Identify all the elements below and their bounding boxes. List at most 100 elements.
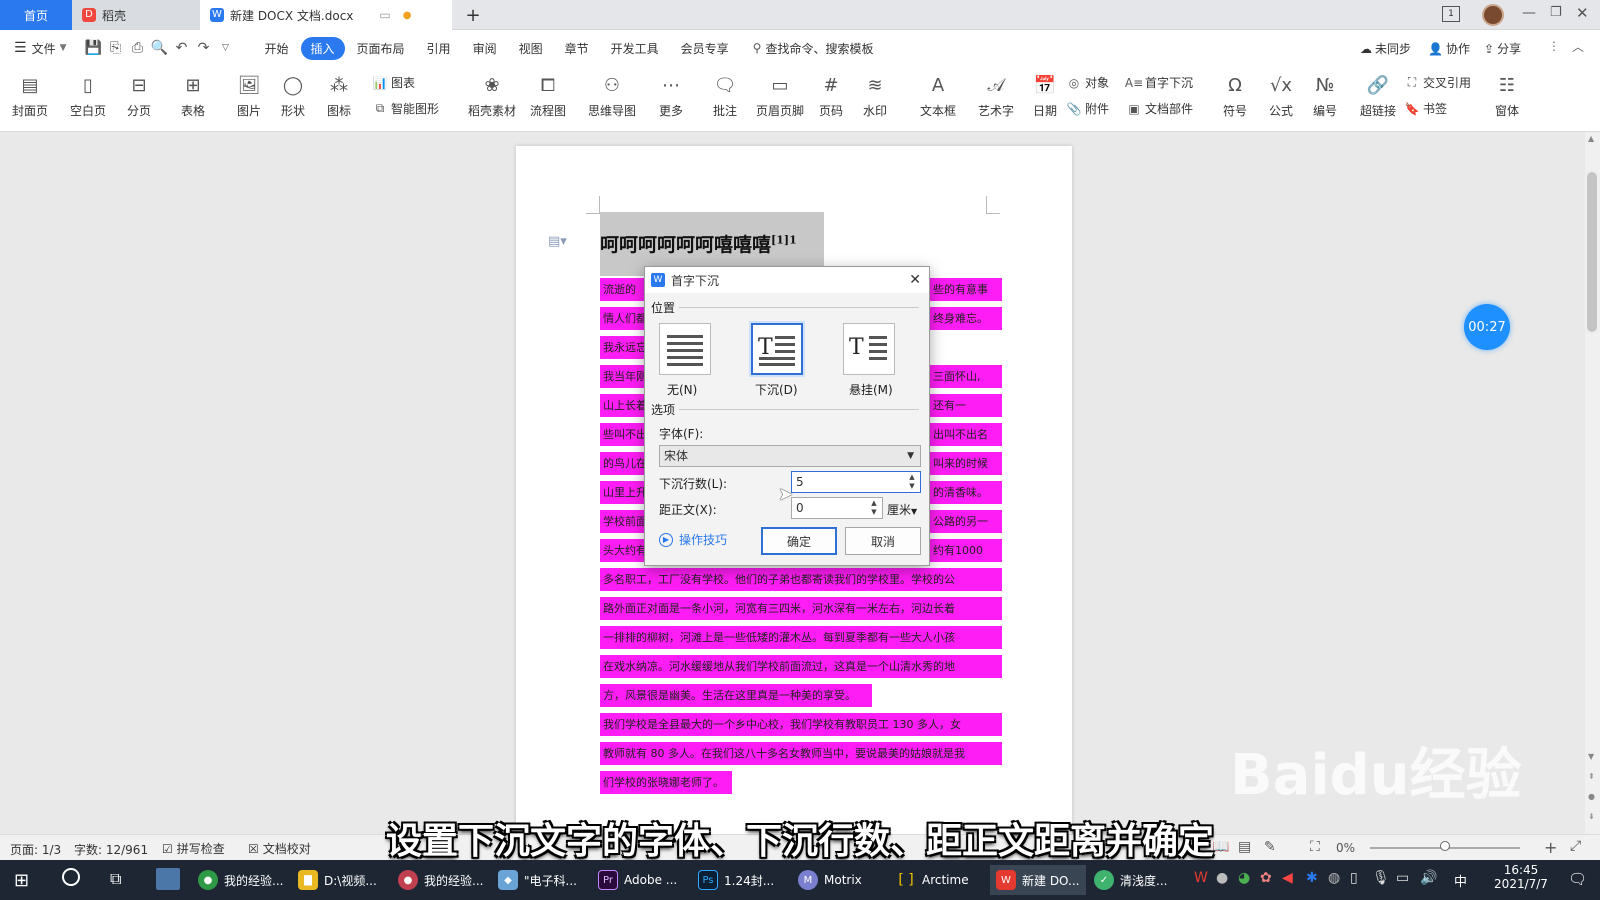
watermark-button[interactable]: ≋ 水印 bbox=[862, 72, 888, 119]
layout-switch-icon[interactable]: 1 bbox=[1442, 6, 1460, 22]
task-view-icon[interactable]: ⧉ bbox=[110, 869, 121, 889]
cancel-button[interactable]: 取消 bbox=[845, 527, 921, 555]
print-preview-icon[interactable]: 🔍 bbox=[149, 37, 171, 59]
restore-icon[interactable]: ❐ bbox=[1550, 5, 1562, 20]
tray-app-icon[interactable]: ● bbox=[1216, 870, 1228, 886]
dropcap-margin-option[interactable]: T bbox=[843, 323, 895, 375]
menu-member[interactable]: 会员专享 bbox=[671, 37, 739, 60]
tray-app-icon[interactable]: ✿ bbox=[1260, 870, 1272, 886]
blank-page-button[interactable]: ▯ 空白页 bbox=[70, 72, 106, 119]
network-icon[interactable]: ▭ bbox=[1396, 870, 1409, 886]
taskbar-item[interactable]: [ ] Arctime bbox=[896, 865, 988, 895]
customize-icon[interactable]: ▽ bbox=[215, 37, 237, 59]
system-clock[interactable]: 16:45 2021/7/7 bbox=[1486, 863, 1556, 891]
windows-start-icon[interactable]: ⊞ bbox=[14, 870, 29, 891]
microphone-icon[interactable]: 🎙 bbox=[1372, 870, 1390, 886]
taskbar-item[interactable]: ● 我的经验... bbox=[198, 865, 290, 895]
taskbar-item[interactable]: ● 我的经验... bbox=[398, 865, 490, 895]
more-vertical-icon[interactable]: ⋮ bbox=[1548, 39, 1560, 53]
font-select[interactable]: 宋体 ▼ bbox=[659, 445, 921, 467]
menu-page-layout[interactable]: 页面布局 bbox=[347, 37, 415, 60]
dropcap-none-option[interactable] bbox=[659, 323, 711, 375]
taskbar-item[interactable]: ◆ "电子科... bbox=[498, 865, 590, 895]
dropcap-drop-option[interactable]: T bbox=[751, 323, 803, 375]
tray-app-icon[interactable]: ◀ bbox=[1282, 870, 1293, 886]
tab-document[interactable]: W 新建 DOCX 文档.docx ▭ ● bbox=[200, 0, 452, 30]
tray-app-icon[interactable]: ◕ bbox=[1238, 870, 1250, 886]
header-footer-button[interactable]: ▭ 页眉页脚 bbox=[756, 72, 804, 119]
vertical-scrollbar[interactable]: ▲ ▼ ⇞ ● ⇟ bbox=[1585, 132, 1600, 834]
notification-icon[interactable]: 🗨 bbox=[1568, 870, 1587, 888]
collapse-ribbon-icon[interactable]: ︿ bbox=[1572, 38, 1584, 55]
dialog-titlebar[interactable]: W 首字下沉 ✕ bbox=[645, 267, 929, 293]
date-button[interactable]: 📅 日期 bbox=[1032, 72, 1058, 119]
flowchart-button[interactable]: ⧠ 流程图 bbox=[530, 72, 566, 119]
page-break-button[interactable]: ⊟ 分页 bbox=[126, 72, 152, 119]
textbox-button[interactable]: A 文本框 bbox=[920, 72, 956, 119]
taskbar-item-active[interactable]: W 新建 DO... bbox=[990, 865, 1086, 895]
wordart-button[interactable]: 𝒜 艺术字 bbox=[978, 72, 1014, 119]
docparts-button[interactable]: ▣ 文档部件 bbox=[1126, 100, 1193, 117]
attachment-button[interactable]: 📎 附件 bbox=[1066, 100, 1110, 117]
save-icon[interactable]: 💾 bbox=[83, 37, 105, 59]
taskbar-item[interactable]: ▇ D:\视频... bbox=[298, 865, 390, 895]
lines-stepper-icon[interactable]: ▲ ▼ bbox=[906, 473, 918, 491]
taskbar-item[interactable]: Ps 1.24封... bbox=[698, 865, 790, 895]
docer-material-button[interactable]: ❀ 稻壳素材 bbox=[468, 72, 516, 119]
volume-icon[interactable]: 🔊 bbox=[1420, 870, 1437, 886]
tab-home[interactable]: 首页 bbox=[0, 0, 72, 30]
taskbar-item[interactable]: M Motrix bbox=[798, 865, 890, 895]
menu-reference[interactable]: 引用 bbox=[417, 37, 461, 60]
command-search[interactable]: ⚲ 查找命令、搜索模板 bbox=[753, 40, 874, 57]
print-icon[interactable]: ⎙ bbox=[127, 37, 149, 59]
menu-chapter[interactable]: 章节 bbox=[555, 37, 599, 60]
cover-page-button[interactable]: ▤ 封面页 bbox=[12, 72, 48, 119]
share-button[interactable]: ⇪ 分享 bbox=[1484, 40, 1521, 57]
menu-review[interactable]: 审阅 bbox=[463, 37, 507, 60]
page-number-button[interactable]: # 页码 bbox=[818, 72, 844, 119]
table-button[interactable]: ⊞ 表格 bbox=[180, 72, 206, 119]
bluetooth-icon[interactable]: ✱ bbox=[1306, 870, 1318, 886]
wps-tray-icon[interactable]: W bbox=[1194, 870, 1208, 886]
avatar[interactable] bbox=[1482, 4, 1504, 26]
chart-button[interactable]: 📊 图表 bbox=[372, 74, 416, 91]
mindmap-button[interactable]: ⚇ 思维导图 bbox=[588, 72, 636, 119]
paragraph-menu-icon[interactable]: ▤▾ bbox=[548, 234, 567, 249]
symbol-button[interactable]: Ω 符号 bbox=[1222, 72, 1248, 119]
menu-insert[interactable]: 插入 bbox=[300, 36, 345, 60]
search-circle-icon[interactable] bbox=[62, 868, 80, 886]
shape-button[interactable]: ◯ 形状 bbox=[280, 72, 306, 119]
window-form-button[interactable]: ☷ 窗体 bbox=[1494, 72, 1520, 119]
close-icon[interactable]: ✕ bbox=[1576, 4, 1589, 22]
more-button[interactable]: ⋯ 更多 bbox=[658, 72, 684, 119]
scroll-down-icon[interactable]: ▼ bbox=[1588, 752, 1594, 761]
scroll-up-icon[interactable]: ▲ bbox=[1588, 134, 1594, 143]
sync-button[interactable]: ☁ 未同步 bbox=[1360, 40, 1411, 57]
distance-stepper-icon[interactable]: ▲ ▼ bbox=[868, 499, 880, 517]
distance-input[interactable]: 0 ▲ ▼ bbox=[791, 497, 883, 519]
lines-input[interactable]: 5 ▲ ▼ bbox=[791, 471, 921, 493]
minimize-icon[interactable]: — bbox=[1522, 5, 1536, 21]
crossref-button[interactable]: ⛶ 交叉引用 bbox=[1404, 74, 1471, 91]
prev-page-icon[interactable]: ⇞ bbox=[1588, 772, 1595, 781]
tips-link[interactable]: ▶ 操作技巧 bbox=[659, 531, 727, 548]
menu-view[interactable]: 视图 bbox=[509, 37, 553, 60]
undo-icon[interactable]: ↶ bbox=[171, 37, 193, 59]
photo-app-icon[interactable] bbox=[156, 868, 180, 890]
ok-button[interactable]: 确定 bbox=[761, 527, 837, 555]
tray-app-icon[interactable]: ◍ bbox=[1328, 870, 1340, 886]
browse-object-icon[interactable]: ● bbox=[1588, 792, 1595, 801]
formula-button[interactable]: √x 公式 bbox=[1268, 72, 1294, 119]
numbering-button[interactable]: № 编号 bbox=[1312, 72, 1338, 119]
dialog-close-icon[interactable]: ✕ bbox=[909, 272, 921, 288]
bookmark-button[interactable]: 🔖 书签 bbox=[1404, 100, 1448, 117]
usb-icon[interactable]: ▯ bbox=[1350, 870, 1358, 886]
menu-developer[interactable]: 开发工具 bbox=[601, 37, 669, 60]
hyperlink-button[interactable]: 🔗 超链接 bbox=[1360, 72, 1396, 119]
input-language[interactable]: 中 bbox=[1454, 871, 1467, 890]
tab-docer[interactable]: D 稻壳 bbox=[72, 0, 200, 30]
scrollbar-thumb[interactable] bbox=[1587, 172, 1597, 332]
comment-button[interactable]: 🗨 批注 bbox=[712, 72, 738, 119]
tab-pin-icon[interactable]: ▭ bbox=[379, 8, 390, 22]
file-menu[interactable]: ☰ 文件 ▼ bbox=[14, 40, 67, 57]
